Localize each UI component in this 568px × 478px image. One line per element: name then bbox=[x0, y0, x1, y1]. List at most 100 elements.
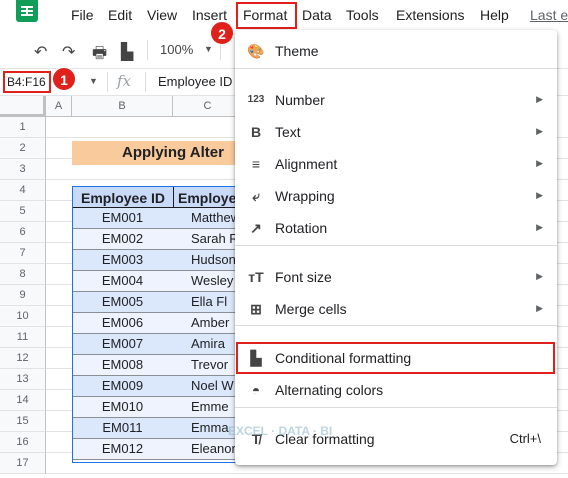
menu-item-label: Merge cells bbox=[275, 301, 347, 317]
print-icon[interactable]: 🖶 bbox=[92, 42, 107, 69]
menu-separator bbox=[235, 68, 557, 69]
table-cell-employee-name[interactable]: Eleanor bbox=[173, 439, 243, 460]
row-header[interactable]: 2 bbox=[0, 138, 46, 159]
menu-help[interactable]: Help bbox=[480, 7, 509, 23]
zoom-select[interactable]: 100% bbox=[160, 42, 193, 57]
menu-item-label: Theme bbox=[275, 43, 319, 59]
table-cell-employee-id[interactable]: EM008 bbox=[72, 355, 174, 376]
submenu-arrow-icon: ▶ bbox=[536, 190, 543, 200]
row-header[interactable]: 15 bbox=[0, 411, 46, 432]
table-header-employee-name[interactable]: Employe bbox=[173, 186, 243, 208]
merge-cells-icon: ⊞ bbox=[250, 301, 262, 317]
fx-icon: fx bbox=[117, 72, 132, 90]
row-header[interactable]: 7 bbox=[0, 243, 46, 264]
table-cell-employee-id[interactable]: EM010 bbox=[72, 397, 174, 418]
table-cell-employee-id[interactable]: EM002 bbox=[72, 229, 174, 250]
table-cell-employee-name[interactable]: Ella Fl bbox=[173, 292, 243, 313]
conditional-formatting-highlight bbox=[236, 342, 555, 374]
menu-item-label: Wrapping bbox=[275, 188, 335, 204]
table-cell-employee-id[interactable]: EM001 bbox=[72, 208, 174, 229]
menu-edit[interactable]: Edit bbox=[108, 7, 132, 23]
table-cell-employee-id[interactable]: EM007 bbox=[72, 334, 174, 355]
row-header[interactable]: 14 bbox=[0, 390, 46, 411]
row-header[interactable]: 17 bbox=[0, 453, 46, 474]
table-cell-employee-name[interactable]: Trevor bbox=[173, 355, 243, 376]
bold-text-icon: B bbox=[250, 124, 262, 140]
table-cell-employee-name[interactable]: Emme bbox=[173, 397, 243, 418]
table-cell-employee-name[interactable]: Matthew bbox=[173, 208, 243, 229]
undo-icon[interactable]: ↶ bbox=[34, 42, 47, 62]
menu-item-alternating-colors[interactable]: ◓ Alternating colors bbox=[235, 374, 557, 406]
table-cell-employee-id[interactable]: EM003 bbox=[72, 250, 174, 271]
table-cell-employee-id[interactable]: EM012 bbox=[72, 439, 174, 460]
row-header[interactable]: 4 bbox=[0, 180, 46, 201]
menu-item-wrapping[interactable]: ⤶ Wrapping ▶ bbox=[235, 180, 557, 212]
submenu-arrow-icon: ▶ bbox=[536, 271, 543, 281]
table-cell-employee-name[interactable]: Hudson bbox=[173, 250, 243, 271]
row-header[interactable]: 9 bbox=[0, 285, 46, 306]
zoom-caret-icon[interactable]: ▼ bbox=[204, 44, 213, 54]
formula-input[interactable]: Employee ID bbox=[158, 74, 232, 89]
submenu-arrow-icon: ▶ bbox=[536, 94, 543, 104]
redo-icon[interactable]: ↷ bbox=[62, 42, 75, 62]
menu-file[interactable]: File bbox=[71, 7, 94, 23]
table-cell-employee-name[interactable]: Amber bbox=[173, 313, 243, 334]
menu-separator bbox=[235, 325, 557, 326]
column-header-a[interactable]: A bbox=[46, 96, 72, 117]
number-format-icon: 123 bbox=[247, 94, 265, 105]
table-cell-employee-name[interactable]: Amira bbox=[173, 334, 243, 355]
paint-format-icon[interactable]: ▙ bbox=[121, 42, 133, 62]
menu-item-theme[interactable]: 🎨 Theme bbox=[235, 35, 557, 67]
menu-item-label: Text bbox=[275, 124, 301, 140]
row-header[interactable]: 6 bbox=[0, 222, 46, 243]
table-cell-employee-id[interactable]: EM005 bbox=[72, 292, 174, 313]
google-sheets-logo-icon[interactable] bbox=[16, 0, 38, 22]
font-size-icon: тT bbox=[248, 269, 264, 285]
palette-icon: 🎨 bbox=[247, 43, 265, 59]
menu-item-rotation[interactable]: ↗ Rotation ▶ bbox=[235, 212, 557, 244]
menu-tools[interactable]: Tools bbox=[346, 7, 379, 23]
table-cell-employee-id[interactable]: EM009 bbox=[72, 376, 174, 397]
name-box[interactable]: B4:F16 bbox=[3, 71, 51, 93]
menu-extensions[interactable]: Extensions bbox=[396, 7, 464, 23]
row-header[interactable]: 1 bbox=[0, 117, 46, 138]
row-header[interactable]: 10 bbox=[0, 306, 46, 327]
last-edit-link[interactable]: Last e bbox=[530, 7, 568, 23]
table-cell-employee-id[interactable]: EM004 bbox=[72, 271, 174, 292]
column-header-b[interactable]: B bbox=[72, 96, 173, 117]
row-header[interactable]: 3 bbox=[0, 159, 46, 180]
menu-view[interactable]: View bbox=[147, 7, 177, 23]
row-header[interactable]: 13 bbox=[0, 369, 46, 390]
menu-item-alignment[interactable]: ≡ Alignment ▶ bbox=[235, 148, 557, 180]
row-header[interactable]: 12 bbox=[0, 348, 46, 369]
menu-data[interactable]: Data bbox=[302, 7, 332, 23]
submenu-arrow-icon: ▶ bbox=[536, 222, 543, 232]
table-cell-employee-name[interactable]: Sarah R bbox=[173, 229, 243, 250]
select-all-corner[interactable] bbox=[0, 96, 46, 117]
row-header[interactable]: 5 bbox=[0, 201, 46, 222]
row-header[interactable]: 8 bbox=[0, 264, 46, 285]
menu-item-number[interactable]: 123 Number ▶ bbox=[235, 84, 557, 116]
sheet-title-cell[interactable]: Applying Alter bbox=[72, 141, 242, 165]
formula-separator bbox=[145, 72, 146, 92]
toolbar-separator bbox=[147, 40, 148, 60]
text-rotation-icon: ↗ bbox=[250, 220, 262, 236]
text-wrap-icon: ⤶ bbox=[252, 188, 260, 204]
table-cell-employee-id[interactable]: EM006 bbox=[72, 313, 174, 334]
menu-shortcut: Ctrl+\ bbox=[509, 431, 541, 446]
menu-item-label: Alternating colors bbox=[275, 382, 384, 398]
row-header[interactable]: 11 bbox=[0, 327, 46, 348]
name-box-caret-icon[interactable]: ▼ bbox=[89, 76, 98, 86]
table-cell-employee-name[interactable]: Wesley bbox=[173, 271, 243, 292]
table-cell-employee-id[interactable]: EM011 bbox=[72, 418, 174, 439]
row-header[interactable]: 16 bbox=[0, 432, 46, 453]
submenu-arrow-icon: ▶ bbox=[536, 126, 543, 136]
menu-item-merge-cells[interactable]: ⊞ Merge cells ▶ bbox=[235, 293, 557, 325]
table-cell-employee-name[interactable]: Noel W bbox=[173, 376, 243, 397]
menu-item-text[interactable]: B Text ▶ bbox=[235, 116, 557, 148]
menu-item-font-size[interactable]: тT Font size ▶ bbox=[235, 261, 557, 293]
table-header-employee-id[interactable]: Employee ID bbox=[72, 186, 174, 208]
menu-separator bbox=[235, 407, 557, 408]
column-header-c[interactable]: C bbox=[173, 96, 243, 117]
submenu-arrow-icon: ▶ bbox=[536, 303, 543, 313]
